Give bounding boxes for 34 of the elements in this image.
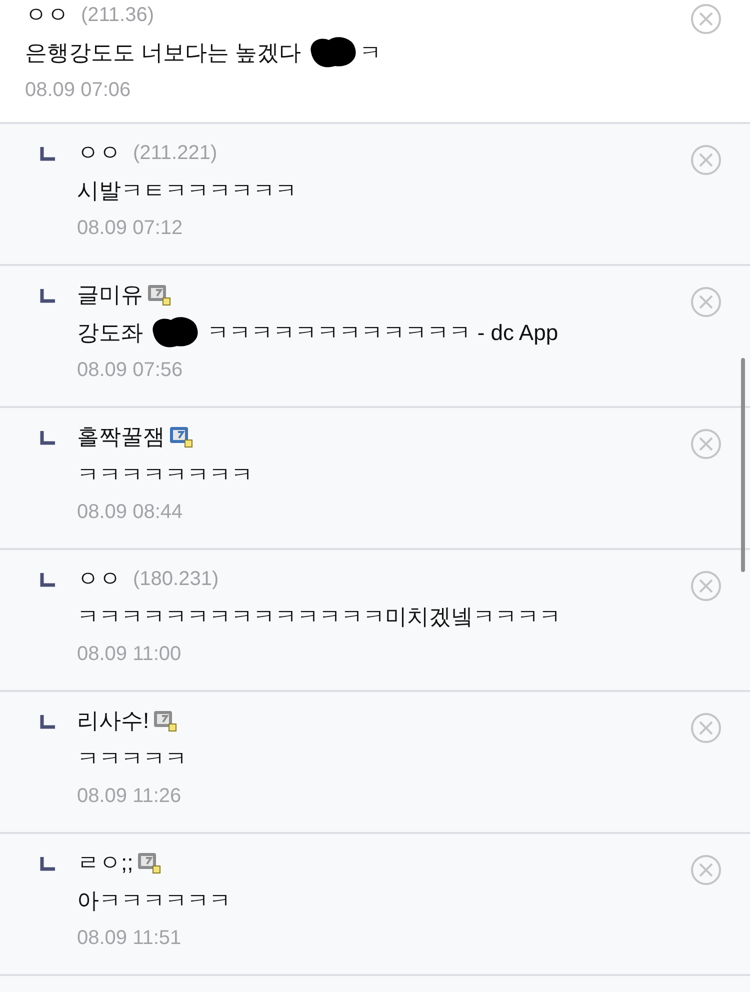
close-icon[interactable] (690, 3, 722, 35)
comment-date: 08.09 11:51 (77, 926, 182, 951)
close-icon[interactable] (690, 570, 722, 602)
ip-address: (211.221) (133, 141, 218, 166)
comment-date: 08.09 08:44 (77, 500, 183, 525)
close-icon[interactable] (690, 428, 722, 460)
comment-date: 08.09 07:06 (25, 78, 131, 103)
close-icon[interactable] (690, 712, 722, 744)
comment-text: 은행강도도 너보다는 높겠다 (25, 38, 302, 66)
comment-text: 강도좌 (77, 318, 144, 346)
comment-text: 시발ㅋㅌㅋㅋㅋㅋㅋㅋ (77, 176, 297, 204)
comment-date: 08.09 07:56 (77, 358, 183, 383)
close-icon[interactable] (690, 144, 722, 176)
ip-address: (180.231) (133, 567, 219, 592)
comment-text: ㅋㅋㅋㅋㅋㅋㅋㅋ (77, 460, 253, 488)
comment-date: 08.09 07:12 (77, 216, 183, 241)
author-name: 리사수! (77, 707, 150, 735)
comment-text: 아ㅋㅋㅋㅋㅋㅋ (77, 886, 231, 914)
comment-text: ㅋㅋㅋㅋㅋ (77, 744, 187, 772)
scrollbar[interactable] (741, 358, 745, 572)
comment-text: ㅋㅋㅋㅋㅋㅋㅋㅋㅋㅋㅋㅋ - dc App (206, 318, 558, 347)
comment-text: ㅋ (359, 38, 382, 66)
comment-text: ㅋㅋㅋㅋㅋㅋㅋㅋㅋㅋㅋㅋㅋㅋ미치겠넼ㅋㅋㅋㅋ (77, 602, 561, 630)
close-icon[interactable] (690, 286, 722, 318)
author-name: ㅇㅇ (77, 139, 121, 167)
author-name: ㄹㅇ;; (77, 849, 134, 877)
comment-date: 08.09 11:26 (77, 784, 182, 809)
author-name: ㅇㅇ (77, 565, 121, 593)
author-name: 홀짝꿀잼 (77, 423, 165, 451)
ip-address: (211.36) (81, 3, 154, 28)
author-name: ㅇㅇ (25, 1, 69, 29)
author-name: 글미유 (77, 281, 143, 309)
close-icon[interactable] (690, 854, 722, 886)
comment-date: 08.09 11:00 (77, 642, 182, 667)
